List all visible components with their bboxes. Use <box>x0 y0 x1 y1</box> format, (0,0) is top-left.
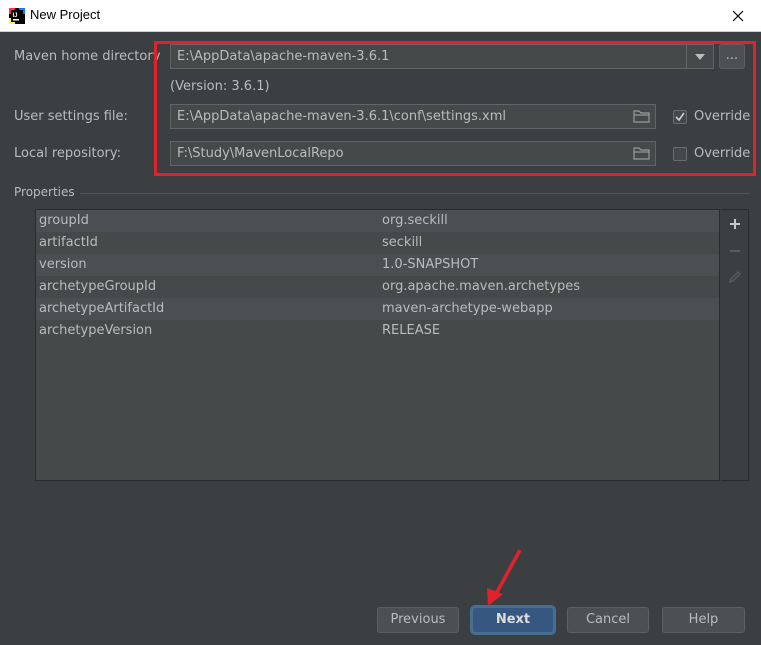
properties-section-title: Properties <box>14 185 75 199</box>
property-key: archetypeArtifactId <box>39 301 165 316</box>
svg-text:IJ: IJ <box>13 13 18 19</box>
section-divider <box>80 193 750 194</box>
table-row[interactable]: archetypeVersion RELEASE <box>36 320 719 342</box>
properties-toolbar <box>721 209 749 481</box>
table-row[interactable]: version 1.0-SNAPSHOT <box>36 254 719 276</box>
plus-icon[interactable] <box>727 216 743 232</box>
properties-table[interactable]: groupId org.seckill artifactId seckill v… <box>35 209 720 481</box>
property-key: version <box>39 257 87 272</box>
minus-icon[interactable] <box>727 243 743 259</box>
table-row[interactable]: groupId org.seckill <box>36 210 719 232</box>
property-value: maven-archetype-webapp <box>382 301 553 316</box>
property-key: archetypeGroupId <box>39 279 157 294</box>
close-button[interactable] <box>715 0 761 31</box>
property-value: org.apache.maven.archetypes <box>382 279 581 294</box>
property-value: seckill <box>382 235 423 250</box>
local-repository-label: Local repository: <box>14 146 121 161</box>
user-settings-label: User settings file: <box>14 109 128 124</box>
property-value: org.seckill <box>382 213 448 228</box>
property-key: groupId <box>39 213 89 228</box>
window-title: New Project <box>30 7 101 22</box>
cancel-button[interactable]: Cancel <box>567 607 649 633</box>
table-row[interactable]: archetypeArtifactId maven-archetype-weba… <box>36 298 719 320</box>
property-key: archetypeVersion <box>39 323 153 338</box>
property-value: RELEASE <box>382 323 441 338</box>
arrow-annotation <box>487 549 522 606</box>
table-row[interactable]: artifactId seckill <box>36 232 719 254</box>
pencil-icon[interactable] <box>727 269 743 285</box>
next-button[interactable]: Next <box>472 607 554 633</box>
property-value: 1.0-SNAPSHOT <box>382 257 479 272</box>
highlight-box <box>154 41 756 176</box>
close-icon <box>732 10 744 21</box>
app-icon: IJ <box>9 8 25 24</box>
property-key: artifactId <box>39 235 98 250</box>
help-button[interactable]: Help <box>662 607 745 633</box>
title-bar: IJ New Project <box>0 0 761 32</box>
previous-button[interactable]: Previous <box>377 607 459 633</box>
maven-home-label: Maven home directory <box>14 49 161 64</box>
table-row[interactable]: archetypeGroupId org.apache.maven.archet… <box>36 276 719 298</box>
